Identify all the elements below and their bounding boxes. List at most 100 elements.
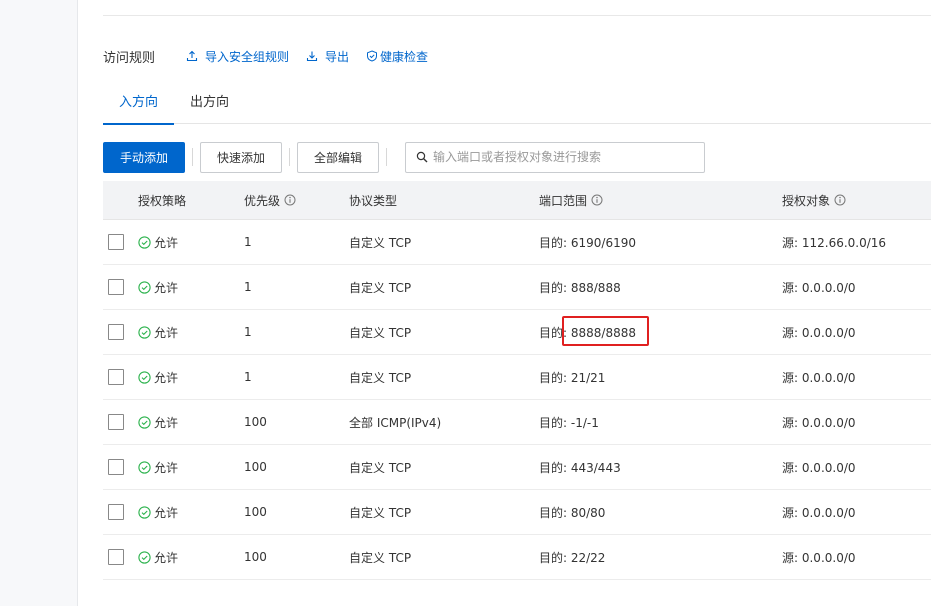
check-circle-icon [138, 460, 151, 474]
info-icon[interactable] [591, 194, 603, 206]
policy-label: 允许 [154, 505, 179, 520]
protocol-cell: 自定义 TCP [349, 325, 412, 340]
policy-label: 允许 [154, 235, 179, 250]
left-sidebar [0, 0, 78, 606]
header-port: 端口范围 [539, 192, 782, 209]
policy-cell: 允许 [138, 504, 244, 521]
row-checkbox[interactable] [108, 279, 124, 295]
row-checkbox[interactable] [108, 369, 124, 385]
auth-cell: 源: 0.0.0.0/0 [782, 460, 856, 475]
policy-cell: 允许 [138, 549, 244, 566]
row-checkbox[interactable] [108, 459, 124, 475]
auth-cell: 源: 0.0.0.0/0 [782, 415, 856, 430]
check-circle-icon [138, 235, 151, 249]
table-row: 允许 100 自定义 TCP 目的: 80/80 源: 0.0.0.0/0 [103, 490, 931, 535]
header-auth: 授权对象 [782, 192, 931, 209]
rules-table: 授权策略 优先级 协议类型 端口范围 授权对象 允许 1 自定义 TCP 目的: 61… [103, 181, 931, 580]
tab-inbound[interactable]: 入方向 [103, 86, 175, 125]
protocol-cell: 自定义 TCP [349, 280, 412, 295]
check-circle-icon [138, 415, 151, 429]
policy-label: 允许 [154, 415, 179, 430]
check-circle-icon [138, 370, 151, 384]
port-cell: 目的: 6190/6190 [539, 235, 636, 250]
policy-cell: 允许 [138, 369, 244, 386]
policy-label: 允许 [154, 280, 179, 295]
priority-cell: 1 [244, 235, 252, 249]
table-row: 允许 1 自定义 TCP 目的: 888/888 源: 0.0.0.0/0 [103, 265, 931, 310]
table-row: 允许 100 自定义 TCP 目的: 443/443 源: 0.0.0.0/0 [103, 445, 931, 490]
edit-all-button[interactable]: 全部编辑 [297, 141, 379, 173]
top-divider [103, 15, 931, 16]
search-box[interactable] [405, 141, 705, 173]
table-header: 授权策略 优先级 协议类型 端口范围 授权对象 [103, 181, 931, 220]
check-circle-icon [138, 325, 151, 339]
row-select [103, 414, 138, 430]
table-row: 允许 100 全部 ICMP(IPv4) 目的: -1/-1 源: 0.0.0.0/0 [103, 400, 931, 445]
tab-outbound[interactable]: 出方向 [174, 86, 245, 124]
auth-cell: 源: 0.0.0.0/0 [782, 325, 856, 340]
health-check-label: 健康检查 [380, 49, 429, 64]
row-select [103, 504, 138, 520]
check-circle-icon [138, 505, 151, 519]
export-label: 导出 [325, 49, 350, 64]
header-priority-label: 优先级 [244, 193, 281, 208]
table-row: 允许 1 自定义 TCP 目的: 8888/8888 源: 0.0.0.0/0 [103, 310, 931, 355]
manual-add-button[interactable]: 手动添加 [103, 141, 185, 173]
check-circle-icon [138, 280, 151, 294]
toolbar-divider [289, 148, 290, 166]
table-body: 允许 1 自定义 TCP 目的: 6190/6190 源: 112.66.0.0/16 允… [103, 220, 931, 580]
protocol-cell: 自定义 TCP [349, 235, 412, 250]
policy-cell: 允许 [138, 459, 244, 476]
table-row: 允许 1 自定义 TCP 目的: 21/21 源: 0.0.0.0/0 [103, 355, 931, 400]
health-check-link[interactable]: 健康检查 [365, 48, 428, 65]
policy-cell: 允许 [138, 324, 244, 341]
auth-cell: 源: 0.0.0.0/0 [782, 505, 856, 520]
port-cell: 目的: 80/80 [539, 505, 606, 520]
header-protocol-label: 协议类型 [349, 193, 398, 208]
search-input[interactable] [433, 150, 693, 164]
shield-icon [365, 49, 379, 63]
port-cell: 目的: 22/22 [539, 550, 606, 565]
policy-cell: 允许 [138, 279, 244, 296]
row-select [103, 234, 138, 250]
header-policy-label: 授权策略 [138, 193, 187, 208]
info-icon[interactable] [284, 194, 296, 206]
row-checkbox[interactable] [108, 234, 124, 250]
priority-cell: 100 [244, 505, 267, 519]
priority-cell: 1 [244, 370, 252, 384]
direction-tabs: 入方向 出方向 [103, 86, 931, 125]
policy-label: 允许 [154, 325, 179, 340]
port-cell: 目的: 8888/8888 [539, 325, 636, 340]
table-row: 允许 100 自定义 TCP 目的: 22/22 源: 0.0.0.0/0 [103, 535, 931, 580]
protocol-cell: 自定义 TCP [349, 505, 412, 520]
export-link[interactable]: 导出 [305, 48, 349, 65]
header-protocol: 协议类型 [349, 192, 539, 209]
toolbar-divider [192, 148, 193, 166]
auth-cell: 源: 0.0.0.0/0 [782, 370, 856, 385]
policy-cell: 允许 [138, 234, 244, 251]
row-checkbox[interactable] [108, 414, 124, 430]
header-policy: 授权策略 [138, 192, 244, 209]
row-checkbox[interactable] [108, 504, 124, 520]
header-auth-label: 授权对象 [782, 193, 831, 208]
info-icon[interactable] [834, 194, 846, 206]
quick-add-button[interactable]: 快速添加 [200, 141, 282, 173]
port-cell: 目的: 443/443 [539, 460, 621, 475]
import-rules-link[interactable]: 导入安全组规则 [185, 48, 289, 65]
row-checkbox[interactable] [108, 324, 124, 340]
section-header: 访问规则 导入安全组规则 导出 健康检查 [103, 46, 444, 66]
section-title: 访问规则 [103, 50, 156, 66]
header-priority: 优先级 [244, 192, 349, 209]
table-row: 允许 1 自定义 TCP 目的: 6190/6190 源: 112.66.0.0/16 [103, 220, 931, 265]
row-checkbox[interactable] [108, 549, 124, 565]
auth-cell: 源: 112.66.0.0/16 [782, 235, 887, 250]
import-icon [185, 49, 199, 63]
policy-cell: 允许 [138, 414, 244, 431]
row-select [103, 459, 138, 475]
port-cell: 目的: 21/21 [539, 370, 606, 385]
row-select [103, 369, 138, 385]
policy-label: 允许 [154, 460, 179, 475]
priority-cell: 100 [244, 415, 267, 429]
row-select [103, 549, 138, 565]
policy-label: 允许 [154, 550, 179, 565]
